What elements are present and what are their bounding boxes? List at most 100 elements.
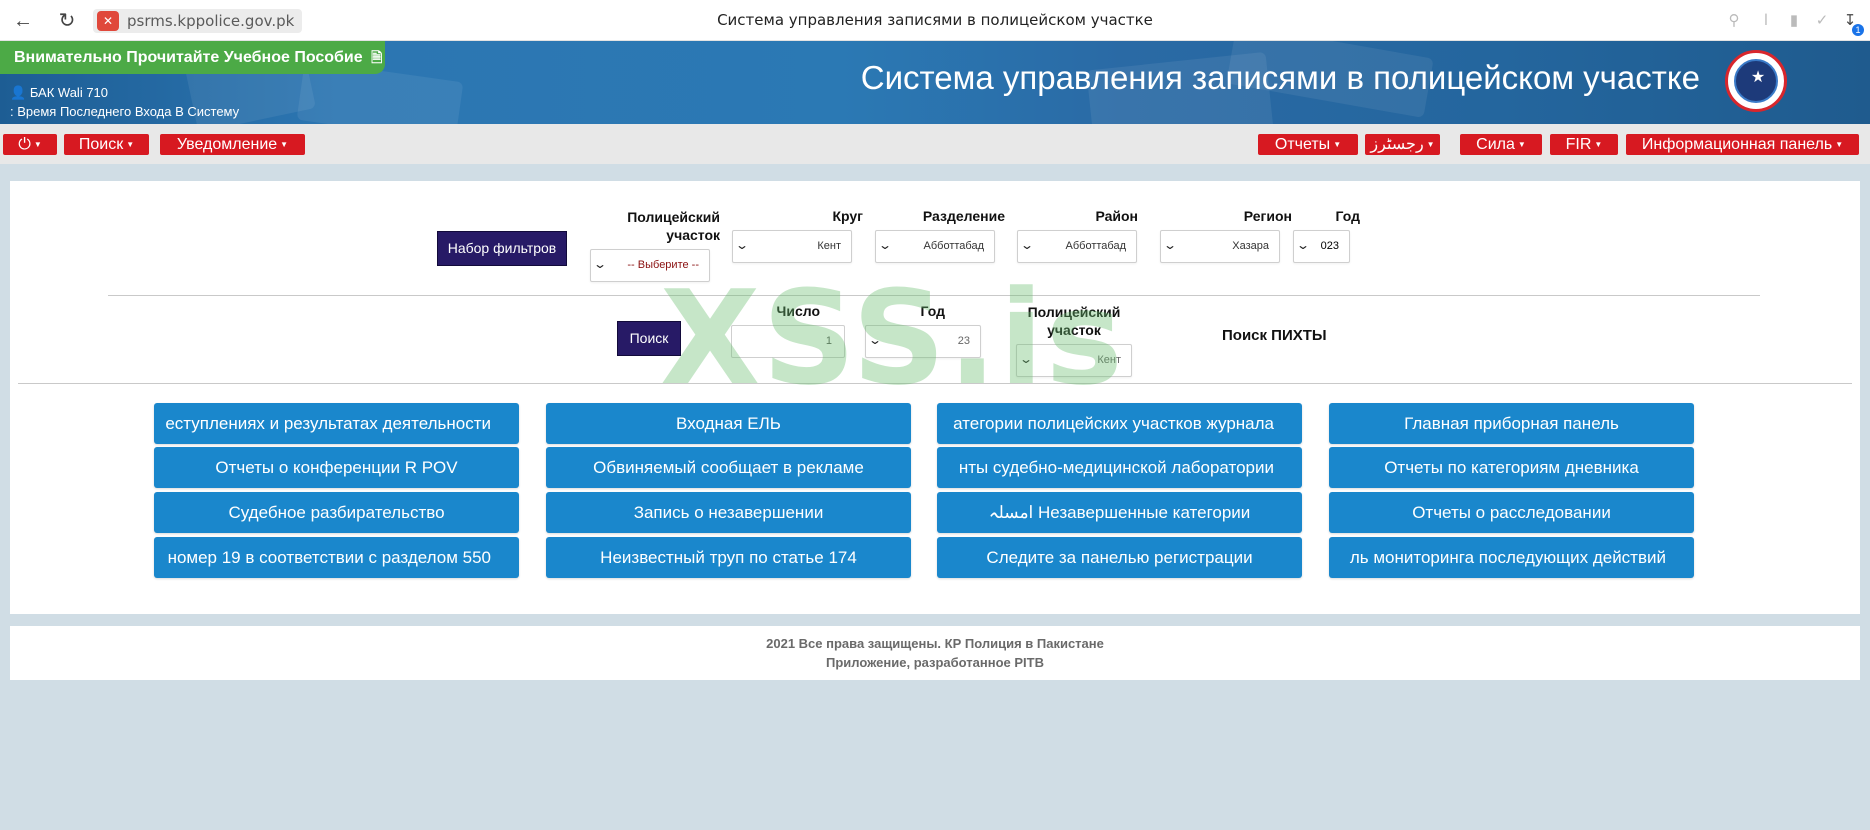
nav-search[interactable]: Поиск ▼ <box>64 134 149 155</box>
tile-station-journal-categories[interactable]: атегории полицейских участков журнала <box>937 403 1302 444</box>
current-user: 👤 БАК Wali 710 <box>10 85 108 101</box>
download-badge: 1 <box>1852 24 1864 36</box>
tile-non-completion-record[interactable]: Запись о незавершении <box>546 492 911 533</box>
tile-crime-performance-reports[interactable]: еступлениях и результатах деятельности <box>154 403 519 444</box>
extensions-icon[interactable]: ✓ <box>1812 11 1832 31</box>
search-station-label: Полицейский участок <box>1027 304 1121 338</box>
chevron-down-icon: ⌄ <box>1295 238 1311 252</box>
district-filter-label: Район <box>1095 208 1138 224</box>
nav-registers[interactable]: رجسٹرز ▼ <box>1365 134 1440 155</box>
footer-copyright: 2021 Все права защищены. КР Полиция в Па… <box>766 636 1104 651</box>
chevron-down-icon: ⌄ <box>1162 238 1178 252</box>
divider <box>18 383 1852 384</box>
district-filter-value: Абботтабад <box>1065 240 1126 252</box>
header-banner: Внимательно Прочитайте Учебное Пособие 🗎… <box>0 41 1870 124</box>
tile-trial[interactable]: Судебное разбирательство <box>154 492 519 533</box>
user-name: БАК Wali 710 <box>29 85 109 100</box>
tile-conference-reports[interactable]: Отчеты о конференции R POV <box>154 447 519 488</box>
search-fir-title: Поиск ПИХТЫ <box>1222 327 1327 344</box>
search-number-input[interactable]: 1 <box>731 325 845 358</box>
power-icon: ⏻ <box>18 136 31 153</box>
tile-main-dashboard[interactable]: Главная приборная панель <box>1329 403 1694 444</box>
nav-force[interactable]: Сила ▼ <box>1460 134 1542 155</box>
search-year-value: 23 <box>957 335 970 347</box>
chevron-down-icon: ⌄ <box>734 238 750 252</box>
tile-fir-entry[interactable]: Входная ЕЛЬ <box>546 403 911 444</box>
region-filter-label: Регион <box>1243 208 1292 224</box>
nav-dashboard-label: Информационная панель <box>1641 136 1833 153</box>
tile-unknown-body-174[interactable]: Неизвестный труп по статье 174 <box>546 537 911 578</box>
nav-notifications[interactable]: Уведомление ▼ <box>160 134 305 155</box>
reload-icon[interactable]: ↻ <box>54 8 80 34</box>
search-number-label: Число <box>776 303 821 319</box>
footer-developer: Приложение, разработанное PITB <box>825 655 1044 670</box>
url-text: psrms.kppolice.gov.pk <box>127 12 295 30</box>
main-panel: Набор фильтров Полицейский участок ⌄ -- … <box>10 181 1860 614</box>
not-secure-icon[interactable]: ✕ <box>97 11 119 31</box>
search-year-select[interactable]: ⌄ 23 <box>865 325 981 358</box>
chevron-down-icon: ⌄ <box>867 333 883 347</box>
tile-follow-up-monitoring[interactable]: ль мониторинга последующих действий <box>1329 537 1694 578</box>
translate-icon[interactable]: ا <box>1756 11 1776 31</box>
caret-icon: ▼ <box>280 140 289 150</box>
tile-section-550[interactable]: номер 19 в соответствии с разделом 550 <box>154 537 519 578</box>
address-bar[interactable]: ✕ psrms.kppolice.gov.pk <box>93 9 303 33</box>
back-icon[interactable]: ← <box>10 8 36 34</box>
bookmark-icon[interactable]: ▮ <box>1784 11 1804 31</box>
district-filter-select[interactable]: ⌄ Абботтабад <box>1017 230 1137 263</box>
search-page-icon[interactable]: ⚲ <box>1724 11 1744 31</box>
last-login: : Время Последнего Входа В Систему <box>10 104 240 119</box>
circle-filter-select[interactable]: ⌄ Кент <box>732 230 852 263</box>
nav-search-label: Поиск <box>78 136 124 153</box>
divider <box>108 295 1760 296</box>
logo-emblem: ★ <box>1734 59 1778 103</box>
police-logo: ★ <box>1725 50 1787 112</box>
region-filter-select[interactable]: ⌄ Хазара <box>1160 230 1280 263</box>
caret-icon: ▼ <box>1835 140 1844 150</box>
year-filter-value: 023 <box>1320 240 1339 252</box>
search-year-label: Год <box>920 303 946 319</box>
caret-icon: ▼ <box>1426 140 1435 150</box>
tile-accused-advertisement[interactable]: Обвиняемый сообщает в рекламе <box>546 447 911 488</box>
tile-investigation-reports[interactable]: Отчеты о расследовании <box>1329 492 1694 533</box>
tile-diary-category-reports[interactable]: Отчеты по категориям дневника <box>1329 447 1694 488</box>
nav-notifications-label: Уведомление <box>176 136 278 153</box>
tile-pending-categories[interactable]: امسلہ Незавершенные категории <box>937 492 1302 533</box>
apply-filters-button[interactable]: Набор фильтров <box>437 231 567 266</box>
power-menu-button[interactable]: ⏻ ▼ <box>3 134 57 155</box>
chevron-down-icon: ⌄ <box>877 238 893 252</box>
nav-force-label: Сила <box>1476 136 1515 153</box>
chevron-down-icon: ⌄ <box>1019 238 1035 252</box>
manual-button[interactable]: Внимательно Прочитайте Учебное Пособие 🗎 <box>0 41 385 74</box>
caret-icon: ▼ <box>1517 140 1526 150</box>
footer: 2021 Все права защищены. КР Полиция в Па… <box>10 626 1860 680</box>
station-filter-label: Полицейский участок <box>627 209 720 243</box>
chevron-down-icon: ⌄ <box>592 257 608 271</box>
region-filter-value: Хазара <box>1232 240 1269 252</box>
year-filter-select[interactable]: ⌄ 023 <box>1293 230 1350 263</box>
search-button[interactable]: Поиск <box>617 321 681 356</box>
star-icon: ★ <box>1750 69 1766 86</box>
pdf-icon: 🗎 <box>371 49 383 65</box>
year-filter-label: Год <box>1335 208 1361 224</box>
tile-registration-panel[interactable]: Следите за панелью регистрации <box>937 537 1302 578</box>
caret-icon: ▼ <box>126 140 135 150</box>
division-filter-value: Абботтабад <box>923 240 984 252</box>
app-title: Система управления записями в полицейско… <box>860 59 1700 96</box>
nav-reports-label: Отчеты <box>1274 136 1331 153</box>
circle-filter-label: Круг <box>832 208 863 224</box>
circle-filter-value: Кент <box>817 240 841 252</box>
search-station-select[interactable]: ⌄ Кент <box>1016 344 1132 377</box>
nav-dashboard[interactable]: Информационная панель ▼ <box>1626 134 1859 155</box>
tile-forensic-lab-reports[interactable]: нты судебно-медицинской лаборатории <box>937 447 1302 488</box>
browser-toolbar: Система управления записями в полицейско… <box>0 0 1870 41</box>
nav-registers-label: رجسٹرز <box>1370 136 1424 153</box>
station-filter-select[interactable]: ⌄ -- Выберите -- <box>590 249 710 282</box>
nav-fir[interactable]: FIR ▼ <box>1550 134 1618 155</box>
nav-reports[interactable]: Отчеты ▼ <box>1258 134 1358 155</box>
caret-icon: ▼ <box>1594 140 1603 150</box>
station-filter-value: -- Выберите -- <box>627 259 699 271</box>
caret-icon: ▼ <box>33 140 42 150</box>
division-filter-select[interactable]: ⌄ Абботтабад <box>875 230 995 263</box>
manual-button-label: Внимательно Прочитайте Учебное Пособие <box>14 49 363 66</box>
